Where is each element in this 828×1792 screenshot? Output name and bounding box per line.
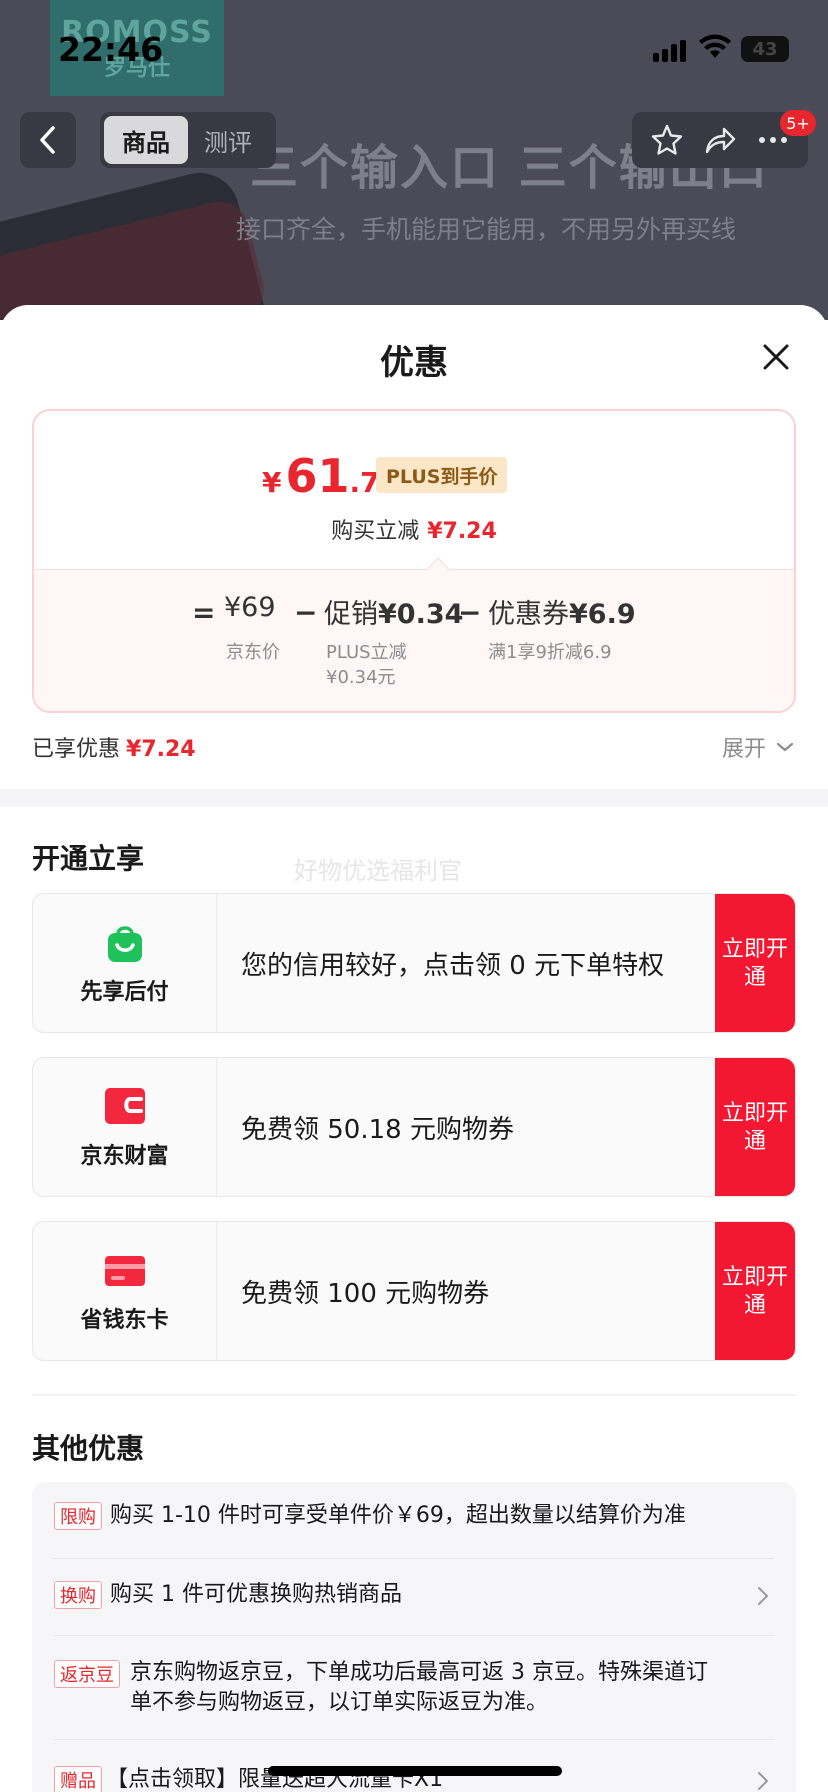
service-brand: 先享后付 [33,894,217,1032]
service-card-saving-card[interactable]: 省钱东卡 免费领 100 元购物券 立即开通 [32,1221,796,1361]
offer-text: 购买 1 件可优惠换购热销商品 [110,1582,402,1607]
service-description: 免费领 50.18 元购物券 [241,1114,514,1145]
reduction-label: 购买立减 [331,519,420,544]
service-brand: 省钱东卡 [33,1222,217,1360]
offer-tag: 赠品 [54,1766,102,1792]
discount-sheet: 优惠 ¥ 61 .76 PLUS到手价 购买立减 ¥7.24 = ¥69 京东价 … [0,305,828,1792]
share-icon [705,127,736,154]
price-card: ¥ 61 .76 PLUS到手价 购买立减 ¥7.24 = ¥69 京东价 − 促… [32,409,796,713]
shopping-bag-icon [107,926,142,962]
minus-sign-2: − [458,596,482,629]
expand-label: 展开 [722,737,767,762]
watermark-text: 好物优选福利官 [294,857,462,885]
promo-note: PLUS立减 ¥0.34元 [326,640,407,690]
offer-text: 购买 1-10 件时可享受单件价￥69，超出数量以结算价为准 [110,1503,686,1528]
home-indicator[interactable] [268,1766,562,1776]
favorite-button[interactable] [645,118,689,162]
coupon-note: 满1享9折减6.9 [488,642,612,663]
back-button[interactable] [20,112,76,168]
activate-button-jd-finance[interactable]: 立即开通 [715,1058,795,1196]
divider [32,1394,796,1396]
offer-text: 京东购物返京豆，下单成功后最高可返 3 京豆。特殊渠道订 单不参与购物返豆，以订单… [130,1658,708,1718]
close-button[interactable] [756,337,796,377]
activate-button-saving-card[interactable]: 立即开通 [715,1222,795,1360]
star-icon [651,124,682,155]
chevron-right-icon [758,1772,768,1790]
sheet-title: 优惠 [380,343,448,383]
offer-row-trade-in[interactable]: 换购 购买 1 件可优惠换购热销商品 [54,1559,774,1636]
reduction-value: ¥7.24 [427,519,497,544]
credit-card-icon [104,1256,145,1286]
wallet-icon [104,1088,145,1124]
price-integer: 61 [285,449,350,503]
service-name: 省钱东卡 [80,1308,169,1333]
promo-label: 促销 [324,599,378,630]
service-name: 京东财富 [80,1144,169,1169]
promo-value: ¥0.34 [378,599,464,630]
service-brand: 京东财富 [33,1058,217,1196]
other-offers-title: 其他优惠 [32,1432,145,1465]
coupon-amount: 优惠券¥6.9 [488,592,636,631]
chevron-right-icon [758,1587,768,1605]
service-card-pay-later[interactable]: 先享后付 您的信用较好，点击领 0 元下单特权 立即开通 [32,893,796,1033]
price-summary: ¥ 61 .76 PLUS到手价 购买立减 ¥7.24 [34,411,794,569]
wifi-icon [698,34,732,64]
service-card-jd-finance[interactable]: 京东财富 免费领 50.18 元购物券 立即开通 [32,1057,796,1197]
coupon-value: ¥6.9 [569,599,636,630]
status-time: 22:46 [58,30,164,69]
equals-sign: = [192,596,216,629]
more-icon [759,137,788,143]
offer-tag: 换购 [54,1581,102,1609]
section-divider [0,789,828,807]
chevron-down-icon [776,742,794,752]
service-description: 您的信用较好，点击领 0 元下单特权 [241,950,665,981]
tab-review[interactable]: 测评 [188,116,268,164]
enjoyed-label: 已享优惠 [32,737,121,762]
instant-reduction: 购买立减 ¥7.24 [34,513,794,545]
cellular-signal-icon [653,38,689,62]
offer-row-purchase-limit: 限购 购买 1-10 件时可享受单件价￥69，超出数量以结算价为准 [54,1482,774,1559]
enjoyed-value: ¥7.24 [126,737,196,762]
base-price-note: 京东价 [226,642,280,663]
offer-text-line-1: 京东购物返京豆，下单成功后最高可返 3 京豆。特殊渠道订 [130,1660,708,1685]
promo-note-line-2: ¥0.34元 [326,667,396,688]
offer-text-line-2: 单不参与购物返豆，以订单实际返豆为准。 [130,1690,549,1715]
promo-note-line-1: PLUS立减 [326,642,407,663]
nav-tabs: 商品 测评 [100,112,276,168]
offer-tag: 返京豆 [54,1660,120,1688]
service-description: 免费领 100 元购物券 [241,1278,490,1309]
expand-button[interactable]: 展开 [722,731,796,763]
service-name: 先享后付 [80,980,169,1005]
close-icon [763,344,789,370]
share-button[interactable] [698,118,742,162]
coupon-label: 优惠券 [488,599,569,630]
message-badge: 5+ [780,110,816,136]
battery-indicator: 43 [741,36,789,62]
base-price: ¥69 [224,592,276,623]
price-breakdown: = ¥69 京东价 − 促销¥0.34 PLUS立减 ¥0.34元 − 优惠券¥6… [34,569,794,711]
activate-button-pay-later[interactable]: 立即开通 [715,894,795,1032]
offer-row-jd-beans: 返京豆 京东购物返京豆，下单成功后最高可返 3 京豆。特殊渠道订 单不参与购物返豆… [54,1636,774,1740]
other-offers-list: 限购 购买 1-10 件时可享受单件价￥69，超出数量以结算价为准 换购 购买 … [32,1482,796,1792]
open-benefits-title: 开通立享 [32,842,145,875]
offer-tag: 限购 [54,1502,102,1530]
chevron-left-icon [40,126,55,154]
tab-product[interactable]: 商品 [104,116,188,164]
promo-amount: 促销¥0.34 [324,592,463,631]
price-currency: ¥ [262,466,282,499]
plus-price-tag: PLUS到手价 [376,457,508,493]
minus-sign-1: − [294,596,318,629]
enjoyed-discount: 已享优惠 ¥7.24 [32,731,196,763]
promo-subtitle: 接口齐全，手机能用它能用，不用另外再买线 [236,215,737,244]
